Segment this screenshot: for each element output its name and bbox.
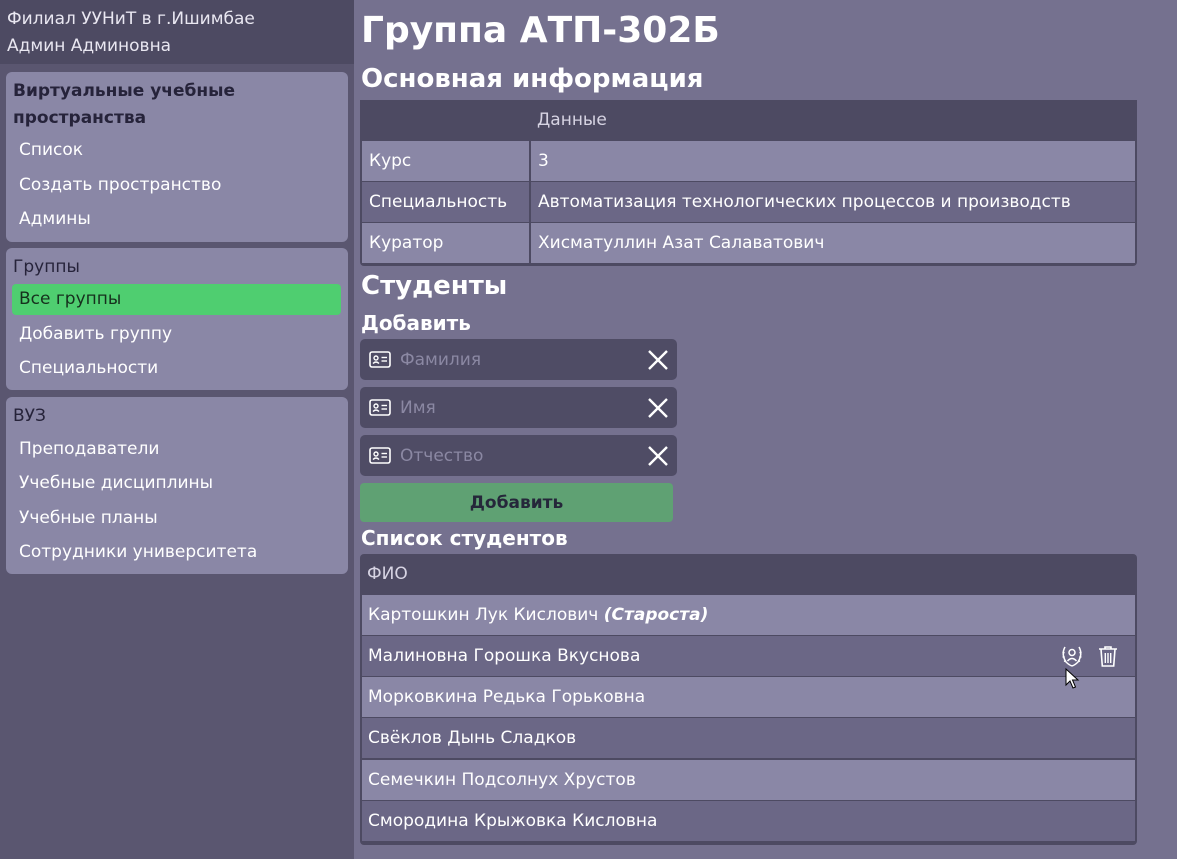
close-icon[interactable]: [646, 444, 670, 468]
sidebar: Филиал УУНиТ в г.Ишимбае Админ Админовна…: [0, 0, 354, 859]
student-name: Картошкин Лук Кислович: [368, 605, 599, 625]
mouse-cursor-icon: [1065, 668, 1080, 689]
students-heading: Студенты: [361, 271, 508, 301]
delete-student-button[interactable]: [1095, 643, 1121, 669]
table-row[interactable]: Морковкина Редька Горьковна: [362, 677, 1135, 717]
info-label: Курс: [362, 141, 529, 181]
sidebar-item-curricula[interactable]: Учебные планы: [12, 503, 341, 534]
nav-section-university: ВУЗ Преподаватели Учебные дисциплины Уче…: [6, 397, 348, 574]
sidebar-item-spaces-list[interactable]: Список: [12, 135, 341, 166]
add-student-button[interactable]: Добавить: [360, 483, 673, 522]
info-row-course: Курс 3: [362, 141, 1135, 181]
main-content: Группа АТП-302Б Основная информация Данн…: [354, 0, 1177, 859]
info-value: Автоматизация технологических процессов …: [531, 182, 1135, 222]
info-row-curator: Куратор Хисматуллин Азат Салаватович: [362, 223, 1135, 263]
info-value: 3: [531, 141, 1135, 181]
id-card-icon: [369, 447, 391, 464]
sidebar-item-admins[interactable]: Админы: [12, 204, 341, 235]
nav-section-groups: Группы Все группы Добавить группу Специа…: [6, 248, 348, 390]
table-row[interactable]: Семечкин Подсолнух Хрустов: [362, 760, 1135, 800]
id-card-icon: [369, 399, 391, 416]
id-card-icon: [369, 351, 391, 368]
sidebar-item-specialties[interactable]: Специальности: [12, 353, 341, 384]
info-label: Специальность: [362, 182, 529, 222]
patronymic-field: [360, 435, 677, 476]
first-name-field: [360, 387, 677, 428]
info-row-specialty: Специальность Автоматизация технологичес…: [362, 182, 1135, 222]
info-column-header: Данные: [537, 110, 607, 130]
close-icon[interactable]: [646, 348, 670, 372]
last-name-field: [360, 339, 677, 380]
students-column-header: ФИО: [367, 564, 408, 584]
table-row[interactable]: Картошкин Лук Кислович (Староста): [362, 595, 1135, 635]
close-icon[interactable]: [646, 396, 670, 420]
first-name-input[interactable]: [400, 387, 640, 428]
student-name: Смородина Крыжовка Кисловна: [368, 811, 658, 831]
student-name: Морковкина Редька Горьковна: [368, 687, 646, 707]
trash-icon: [1099, 646, 1117, 667]
laurel-user-icon: [1061, 646, 1082, 667]
org-name: Филиал УУНиТ в г.Ишимбае: [7, 9, 255, 29]
info-value: Хисматуллин Азат Салаватович: [531, 223, 1135, 263]
students-table: ФИО Картошкин Лук Кислович (Староста) Ма…: [360, 554, 1137, 845]
sidebar-item-staff[interactable]: Сотрудники университета: [12, 537, 341, 568]
user-name: Админ Админовна: [7, 36, 172, 56]
last-name-input[interactable]: [400, 339, 640, 380]
student-role-badge: (Староста): [603, 605, 709, 625]
nav-section-virtual-spaces: Виртуальные учебные пространства Список …: [6, 72, 348, 242]
sidebar-item-create-space[interactable]: Создать пространство: [12, 170, 341, 201]
table-row[interactable]: Свёклов Дынь Сладков: [362, 718, 1135, 758]
page-title: Группа АТП-302Б: [361, 10, 720, 51]
table-row[interactable]: Смородина Крыжовка Кисловна: [362, 801, 1135, 841]
sidebar-header: Филиал УУНиТ в г.Ишимбае Админ Админовна: [0, 0, 354, 64]
section-title-cont: пространства: [13, 108, 147, 128]
sidebar-item-disciplines[interactable]: Учебные дисциплины: [12, 468, 341, 499]
row-actions: [1054, 643, 1121, 669]
sidebar-item-all-groups[interactable]: Все группы: [12, 284, 341, 315]
info-heading: Основная информация: [361, 64, 704, 94]
sidebar-item-add-group[interactable]: Добавить группу: [12, 319, 341, 350]
student-list-heading: Список студентов: [361, 526, 568, 550]
student-name: Свёклов Дынь Сладков: [368, 728, 577, 748]
table-row[interactable]: Малиновна Горошка Вкуснова: [362, 636, 1135, 676]
section-title: Группы: [13, 257, 80, 277]
info-table-header: Данные: [360, 100, 1137, 139]
make-head-button[interactable]: [1059, 643, 1085, 669]
info-table: Данные Курс 3 Специальность Автоматизаци…: [360, 100, 1137, 266]
add-student-heading: Добавить: [361, 311, 471, 335]
info-label: Куратор: [362, 223, 529, 263]
patronymic-input[interactable]: [400, 435, 640, 476]
student-name: Малиновна Горошка Вкуснова: [368, 646, 641, 666]
sidebar-item-teachers[interactable]: Преподаватели: [12, 434, 341, 465]
student-name: Семечкин Подсолнух Хрустов: [368, 770, 636, 790]
section-title: Виртуальные учебные: [13, 81, 236, 101]
section-title: ВУЗ: [13, 406, 46, 426]
